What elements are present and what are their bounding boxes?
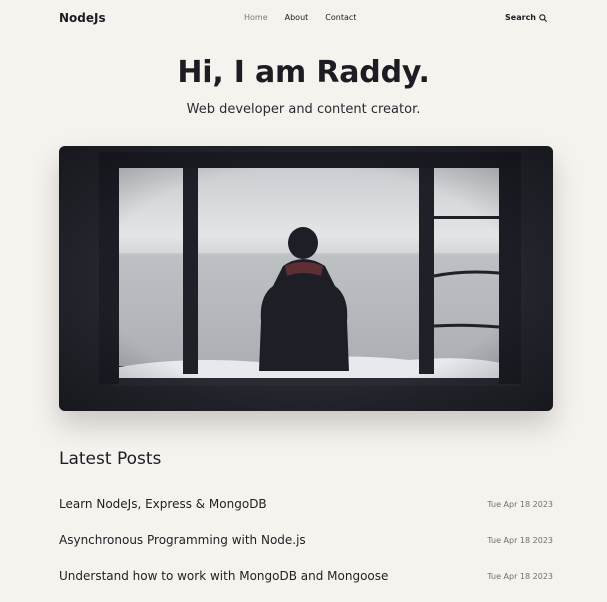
post-date: Tue Apr 18 2023 [487,500,553,509]
search-button[interactable]: Search [505,13,547,22]
latest-posts-heading: Latest Posts [59,449,162,469]
post-list-item: Asynchronous Programming with Node.js Tu… [59,530,553,566]
hero-subtitle: Web developer and content creator. [186,102,421,117]
post-title: Understand how to work with MongoDB and … [59,569,389,583]
post-date: Tue Apr 18 2023 [487,536,553,545]
search-icon [539,13,547,22]
post-link[interactable]: Understand how to work with MongoDB and … [59,566,553,602]
post-list-item: Learn NodeJs, Express & MongoDB Tue Apr … [59,494,553,530]
main-nav: Home About Contact [244,13,356,22]
nav-link-about[interactable]: About [285,13,309,22]
search-label: Search [505,13,536,22]
site-header: NodeJs Home About Contact Search [59,10,547,28]
hero-image [59,146,553,411]
post-date: Tue Apr 18 2023 [487,572,553,581]
hero-title: Hi, I am Raddy. [177,55,430,90]
post-title: Learn NodeJs, Express & MongoDB [59,497,267,511]
nav-link-contact[interactable]: Contact [325,13,356,22]
post-title: Asynchronous Programming with Node.js [59,533,306,547]
nav-link-home[interactable]: Home [244,13,268,22]
post-link[interactable]: Learn NodeJs, Express & MongoDB Tue Apr … [59,494,553,530]
site-logo[interactable]: NodeJs [59,11,106,25]
post-link[interactable]: Asynchronous Programming with Node.js Tu… [59,530,553,566]
post-list: Learn NodeJs, Express & MongoDB Tue Apr … [59,494,553,602]
post-list-item: Understand how to work with MongoDB and … [59,566,553,602]
